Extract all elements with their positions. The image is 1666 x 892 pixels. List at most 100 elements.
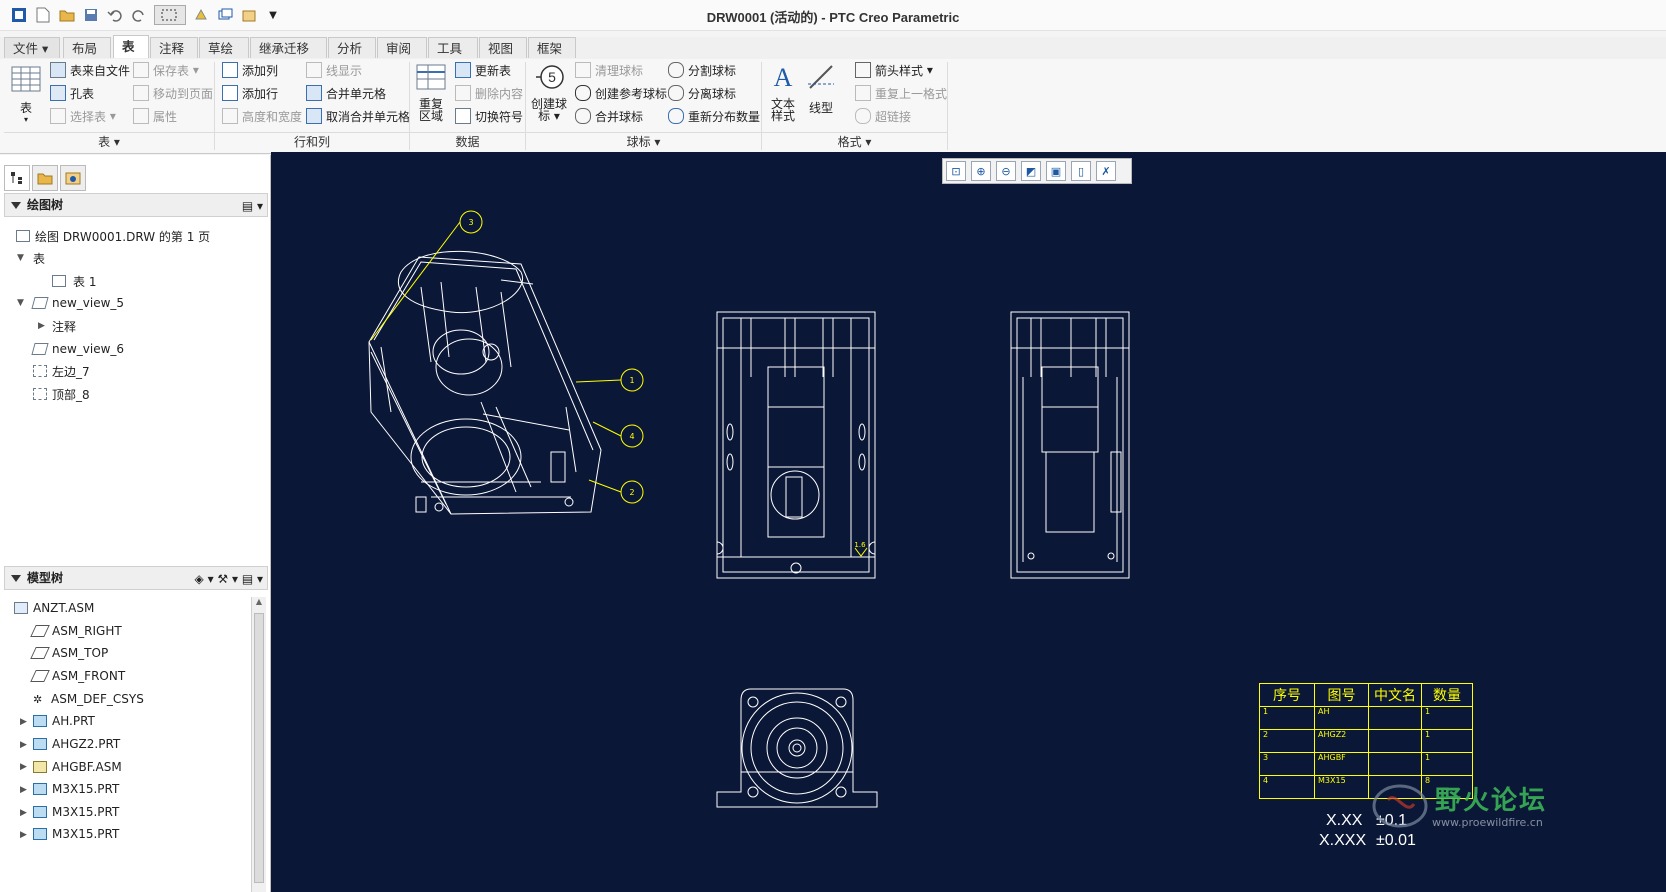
expand-right-icon[interactable]: ▶ (20, 785, 27, 795)
merge-balloons-button[interactable]: 合并球标 (575, 106, 643, 126)
select-table-button[interactable]: 选择表 ▾ (50, 106, 116, 126)
bom-row[interactable]: 2 AHGZ2 1 (1259, 729, 1473, 753)
expand-icon[interactable]: ▼ (17, 253, 24, 263)
save-table-button[interactable]: 保存表 ▾ (133, 60, 199, 80)
drawing-tree-header[interactable]: 绘图树 ▤ ▾ (4, 193, 268, 217)
tab-table[interactable]: 表 (113, 35, 149, 58)
repaint-icon[interactable]: ◩ (1021, 161, 1041, 181)
tree-item-view-6[interactable]: new_view_6 (31, 339, 124, 359)
move-to-page-button[interactable]: 移动到页面 (133, 83, 213, 103)
tab-legacy-migration[interactable]: 继承迁移 (250, 37, 327, 58)
detach-balloon-button[interactable]: 分离球标 (668, 83, 736, 103)
group-label-balloons[interactable]: 球标 ▾ (526, 132, 761, 151)
expand-right-icon[interactable]: ▶ (20, 830, 27, 840)
model-tree-settings-icon[interactable]: ◈ ▾ ⚒ ▾ ▤ ▾ (195, 568, 263, 590)
line-display-button[interactable]: 线显示 (306, 60, 362, 80)
tab-annotate[interactable]: 注释 (150, 37, 198, 58)
tree-item-tables[interactable]: 表 (33, 248, 45, 268)
zoom-in-icon[interactable]: ⊕ (971, 161, 991, 181)
tree-settings-icon[interactable]: ▤ ▾ (242, 195, 263, 217)
add-row-button[interactable]: 添加行 (222, 83, 278, 103)
surface-finish-symbol[interactable] (854, 547, 868, 557)
model-item-m3x15-prt[interactable]: M3X15.PRT (33, 802, 119, 822)
insert-table-button[interactable]: 表 ▾ (10, 64, 42, 126)
redistribute-qty-button[interactable]: 重新分布数量 (668, 106, 760, 126)
bom-row[interactable]: 1 AH 1 (1259, 706, 1473, 730)
tab-layout[interactable]: 布局 (63, 37, 111, 58)
split-balloon-button[interactable]: 分割球标 (668, 60, 736, 80)
repeat-format-button[interactable]: 重复上一格式 (855, 83, 947, 103)
table-from-file-button[interactable]: 表来自文件 (50, 60, 130, 80)
balloon-3-text: 3 (468, 218, 473, 227)
unmerge-cells-button[interactable]: 取消合并单元格 (306, 106, 410, 126)
bom-row[interactable]: 3 AHGBF 1 (1259, 752, 1473, 776)
tree-item-top-8[interactable]: 顶部_8 (33, 384, 90, 404)
zoom-out-icon[interactable]: ⊖ (996, 161, 1016, 181)
merge-cells-button[interactable]: 合并单元格 (306, 83, 386, 103)
front-view[interactable] (716, 311, 876, 579)
scroll-up-icon[interactable]: ▲ (252, 597, 266, 606)
repeat-region-button[interactable]: 重复 区域 (415, 62, 447, 122)
expand-right-icon[interactable]: ▶ (20, 740, 27, 750)
bom-cell: 2 (1259, 729, 1315, 753)
tree-item-drawing-page[interactable]: 绘图 DRW0001.DRW 的第 1 页 (16, 226, 210, 246)
group-label-format[interactable]: 格式 ▾ (762, 132, 947, 151)
delete-content-button[interactable]: 删除内容 (455, 83, 523, 103)
tree-item-table-1[interactable]: 表 1 (52, 271, 96, 291)
properties-button[interactable]: 属性 (133, 106, 177, 126)
model-item-ah-prt[interactable]: AH.PRT (33, 711, 95, 731)
sheet-icon[interactable]: ▯ (1071, 161, 1091, 181)
model-item-anzt-asm[interactable]: ANZT.ASM (14, 598, 94, 618)
tree-item-left-7[interactable]: 左边_7 (33, 361, 90, 381)
switch-symbol-button[interactable]: 切换符号 (455, 106, 523, 126)
clean-balloons-button[interactable]: 清理球标 (575, 60, 643, 80)
side-view[interactable] (1010, 311, 1130, 579)
update-table-button[interactable]: 更新表 (455, 60, 511, 80)
expand-right-icon[interactable]: ▶ (20, 762, 27, 772)
hyperlink-button[interactable]: 超链接 (855, 106, 911, 126)
top-view[interactable] (716, 688, 878, 808)
model-item-asm-def-csys[interactable]: ✲ ASM_DEF_CSYS (33, 689, 144, 709)
navigator-tabs (4, 165, 88, 191)
tab-view[interactable]: 视图 (479, 37, 527, 58)
model-item-asm-right[interactable]: ASM_RIGHT (30, 621, 122, 641)
model-item-m3x15-prt[interactable]: M3X15.PRT (33, 779, 119, 799)
hole-table-button[interactable]: 孔表 (50, 83, 94, 103)
model-item-asm-top[interactable]: ASM_TOP (30, 643, 108, 663)
create-balloon-button[interactable]: 5 创建球 标 ▾ (530, 62, 568, 122)
arrow-style-button[interactable]: 箭头样式 ▾ (855, 60, 933, 80)
tab-review[interactable]: 审阅 (377, 37, 427, 58)
expand-right-icon[interactable]: ▶ (20, 717, 27, 727)
group-label-table[interactable]: 表 ▾ (4, 132, 214, 151)
bom-header-cell: 数量 (1421, 683, 1473, 707)
model-item-ahgbf-asm[interactable]: AHGBF.ASM (33, 757, 122, 777)
model-tree-scrollbar[interactable]: ▲ (251, 597, 266, 892)
folder-browser-tab[interactable] (32, 165, 58, 191)
isometric-view[interactable] (368, 250, 602, 515)
favorites-tab[interactable] (60, 165, 86, 191)
tab-file[interactable]: 文件 ▾ (4, 37, 60, 58)
tab-tools[interactable]: 工具 (428, 37, 478, 58)
add-column-button[interactable]: 添加列 (222, 60, 278, 80)
expand-icon[interactable]: ▼ (17, 298, 24, 308)
refit-icon[interactable]: ⊡ (946, 161, 966, 181)
model-tree-tab[interactable] (4, 165, 30, 191)
model-tree-header[interactable]: 模型树 ◈ ▾ ⚒ ▾ ▤ ▾ (4, 566, 268, 590)
annotation-display-icon[interactable]: ✗ (1096, 161, 1116, 181)
create-ref-balloon-button[interactable]: 创建参考球标 (575, 83, 667, 103)
scrollbar-thumb[interactable] (254, 613, 264, 883)
tab-frame[interactable]: 框架 (528, 37, 576, 58)
model-item-ahgz2-prt[interactable]: AHGZ2.PRT (33, 734, 120, 754)
tree-item-annotations[interactable]: 注释 (52, 316, 76, 336)
model-item-m3x15-prt[interactable]: M3X15.PRT (33, 824, 119, 844)
expand-right-icon[interactable]: ▶ (20, 808, 27, 818)
tree-item-view-5[interactable]: new_view_5 (31, 293, 124, 313)
text-style-button[interactable]: A 文本 样式 (767, 62, 799, 122)
tab-sketch[interactable]: 草绘 (199, 37, 249, 58)
line-style-button[interactable]: 线型 (804, 62, 838, 114)
display-style-icon[interactable]: ▣ (1046, 161, 1066, 181)
height-width-button[interactable]: 高度和宽度 (222, 106, 302, 126)
model-item-asm-front[interactable]: ASM_FRONT (30, 666, 125, 686)
tab-analysis[interactable]: 分析 (328, 37, 376, 58)
expand-right-icon[interactable]: ▶ (38, 321, 45, 331)
